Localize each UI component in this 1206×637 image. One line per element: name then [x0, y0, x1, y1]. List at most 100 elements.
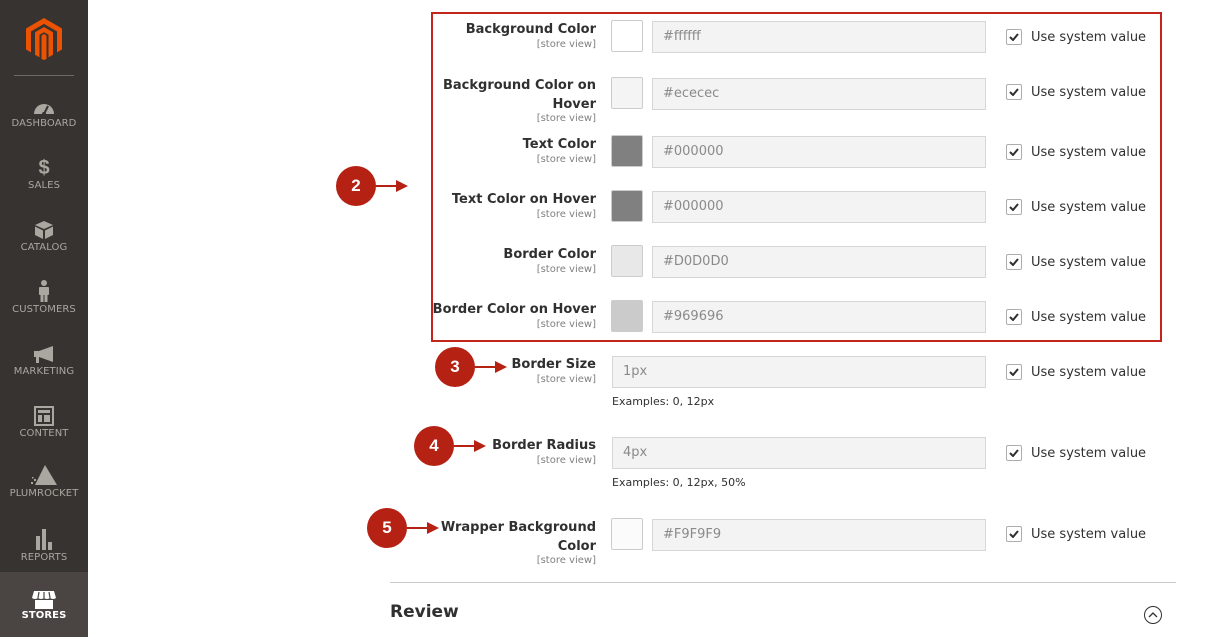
- field-label: Text Color on Hover: [451, 192, 596, 207]
- use-system-value-toggle[interactable]: Use system value: [1006, 445, 1146, 461]
- color-input[interactable]: #F9F9F9: [652, 519, 986, 551]
- checkbox-checked-icon[interactable]: [1006, 144, 1022, 160]
- review-section-title[interactable]: Review: [390, 602, 459, 622]
- sidebar-item-sales[interactable]: $ SALES: [0, 152, 88, 214]
- field-label: Border Size: [511, 357, 596, 372]
- use-system-value-toggle[interactable]: Use system value: [1006, 526, 1146, 542]
- use-system-value-label: Use system value: [1031, 364, 1147, 380]
- scope-label: [store view]: [536, 319, 596, 330]
- field-note: Examples: 0, 12px: [612, 395, 715, 408]
- scope-label: [store view]: [536, 374, 596, 385]
- callout-5: 5: [367, 508, 439, 548]
- highlight-box: [431, 12, 1162, 342]
- color-input[interactable]: #000000: [652, 191, 986, 223]
- use-system-value-label: Use system value: [1031, 84, 1147, 100]
- color-input[interactable]: #D0D0D0: [652, 246, 986, 278]
- use-system-value-toggle[interactable]: Use system value: [1006, 254, 1146, 270]
- dollar-icon: $: [38, 157, 50, 179]
- color-swatch[interactable]: [611, 300, 643, 332]
- use-system-value-label: Use system value: [1031, 526, 1147, 542]
- use-system-value-toggle[interactable]: Use system value: [1006, 199, 1146, 215]
- use-system-value-toggle[interactable]: Use system value: [1006, 144, 1146, 160]
- dashboard-gauge-icon: [0, 90, 88, 116]
- field-label: Wrapper Background Color: [440, 520, 596, 554]
- use-system-value-label: Use system value: [1031, 254, 1147, 270]
- use-system-value-label: Use system value: [1031, 29, 1147, 45]
- scope-label: [store view]: [536, 39, 596, 50]
- chevron-up-icon[interactable]: [1144, 606, 1162, 624]
- use-system-value-toggle[interactable]: Use system value: [1006, 29, 1146, 45]
- sidebar-item-catalog[interactable]: CATALOG: [0, 214, 88, 276]
- callout-2: 2: [336, 166, 408, 206]
- color-input[interactable]: #969696: [652, 301, 986, 333]
- sidebar-item-label: CUSTOMERS: [12, 304, 76, 315]
- pyramid-icon: [0, 460, 88, 486]
- person-icon: [0, 276, 88, 302]
- checkbox-checked-icon[interactable]: [1006, 84, 1022, 100]
- sidebar-item-plumrocket[interactable]: PLUMROCKET: [0, 460, 88, 522]
- scope-label: [store view]: [536, 264, 596, 275]
- checkbox-checked-icon[interactable]: [1006, 526, 1022, 542]
- color-input[interactable]: #000000: [652, 136, 986, 168]
- color-input[interactable]: #ececec: [652, 78, 986, 110]
- magento-logo-icon[interactable]: [26, 18, 62, 60]
- use-system-value-toggle[interactable]: Use system value: [1006, 309, 1146, 325]
- color-input[interactable]: #ffffff: [652, 21, 986, 53]
- sidebar-item-stores[interactable]: STORES: [0, 572, 88, 637]
- box-icon: [0, 214, 88, 240]
- sidebar-item-content[interactable]: CONTENT: [0, 400, 88, 462]
- sidebar-item-label: CATALOG: [20, 242, 68, 253]
- scope-label: [store view]: [536, 113, 596, 124]
- storefront-icon: [0, 584, 88, 610]
- layout-icon: [0, 400, 88, 426]
- use-system-value-label: Use system value: [1031, 309, 1147, 325]
- sidebar-item-customers[interactable]: CUSTOMERS: [0, 276, 88, 338]
- checkbox-checked-icon[interactable]: [1006, 254, 1022, 270]
- sidebar-item-label: DASHBOARD: [11, 118, 77, 129]
- use-system-value-label: Use system value: [1031, 199, 1147, 215]
- checkbox-checked-icon[interactable]: [1006, 445, 1022, 461]
- checkbox-checked-icon[interactable]: [1006, 199, 1022, 215]
- scope-label: [store view]: [536, 455, 596, 466]
- use-system-value-toggle[interactable]: Use system value: [1006, 84, 1146, 100]
- sidebar-item-label: STORES: [21, 610, 67, 621]
- field-label: Background Color: [465, 22, 596, 37]
- admin-sidebar: DASHBOARD $ SALES CATALOG CUSTOMERS MARK…: [0, 0, 88, 637]
- field-label: Text Color: [522, 137, 596, 152]
- logo-divider: [14, 75, 74, 76]
- checkbox-checked-icon[interactable]: [1006, 309, 1022, 325]
- arrow-line: [407, 527, 427, 529]
- sidebar-item-label: REPORTS: [20, 552, 68, 563]
- sidebar-item-label: PLUMROCKET: [9, 488, 79, 499]
- section-divider: [390, 582, 1176, 583]
- bar-chart-icon: [0, 524, 88, 550]
- sidebar-item-dashboard[interactable]: DASHBOARD: [0, 90, 88, 152]
- sidebar-item-label: SALES: [27, 180, 61, 191]
- sidebar-item-marketing[interactable]: MARKETING: [0, 338, 88, 400]
- scope-label: [store view]: [536, 555, 596, 566]
- border-radius-input[interactable]: 4px: [612, 437, 986, 469]
- megaphone-icon: [0, 338, 88, 364]
- sidebar-item-label: CONTENT: [19, 428, 69, 439]
- sidebar-item-label: MARKETING: [13, 366, 75, 377]
- color-swatch[interactable]: [611, 20, 643, 52]
- arrow-head-icon: [396, 180, 408, 192]
- color-swatch[interactable]: [611, 245, 643, 277]
- field-label: Background Color on Hover: [442, 78, 596, 112]
- arrow-line: [376, 185, 396, 187]
- callout-badge: 5: [367, 508, 407, 548]
- color-swatch[interactable]: [611, 518, 643, 550]
- checkbox-checked-icon[interactable]: [1006, 364, 1022, 380]
- use-system-value-label: Use system value: [1031, 445, 1147, 461]
- use-system-value-toggle[interactable]: Use system value: [1006, 364, 1146, 380]
- border-size-input[interactable]: 1px: [612, 356, 986, 388]
- color-swatch[interactable]: [611, 135, 643, 167]
- color-swatch[interactable]: [611, 190, 643, 222]
- checkbox-checked-icon[interactable]: [1006, 29, 1022, 45]
- field-note: Examples: 0, 12px, 50%: [612, 476, 746, 489]
- scope-label: [store view]: [536, 209, 596, 220]
- field-label: Border Radius: [492, 438, 596, 453]
- use-system-value-label: Use system value: [1031, 144, 1147, 160]
- callout-badge: 2: [336, 166, 376, 206]
- color-swatch[interactable]: [611, 77, 643, 109]
